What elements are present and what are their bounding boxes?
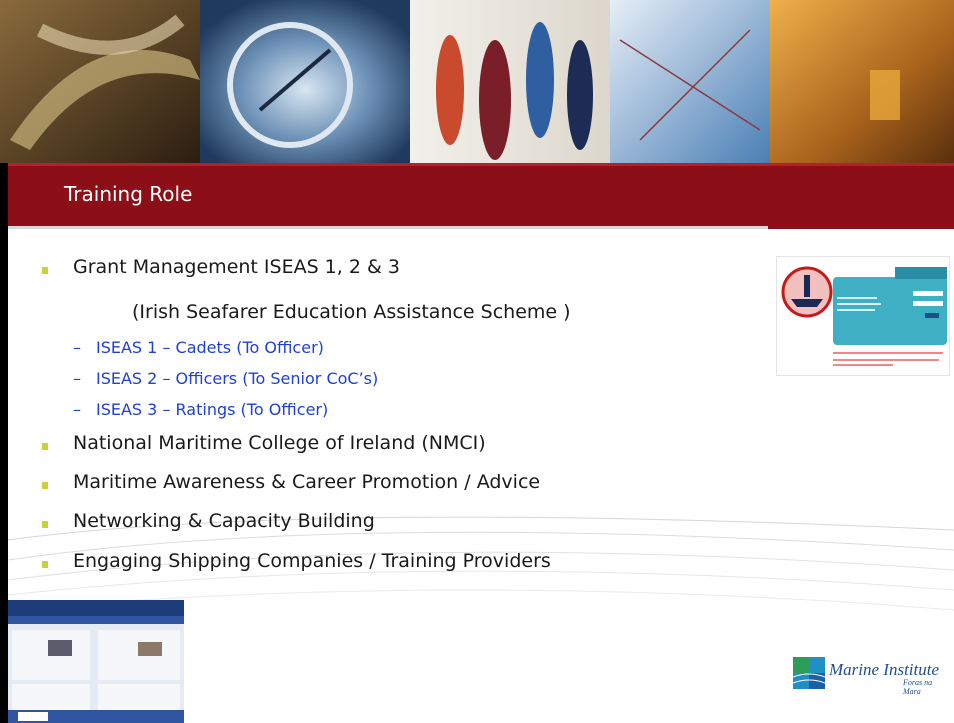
logo-name: Marine Institute bbox=[829, 660, 940, 679]
dash-marker: – bbox=[73, 369, 81, 388]
bullet-marker bbox=[42, 521, 48, 528]
slide-title: Training Role bbox=[64, 182, 193, 206]
bullet-marker bbox=[42, 267, 48, 274]
list-item-networking: Networking & Capacity Building bbox=[73, 510, 375, 532]
sub-item-iseas-3: ISEAS 3 – Ratings (To Officer) bbox=[96, 400, 329, 419]
title-bar: Training Role bbox=[8, 163, 954, 229]
bullet-marker bbox=[42, 561, 48, 568]
header-photo-banner bbox=[0, 0, 954, 163]
dash-marker: – bbox=[73, 400, 81, 419]
nmci-website-thumbnail bbox=[8, 600, 184, 723]
bullet-marker bbox=[42, 482, 48, 489]
list-item-engaging-companies: Engaging Shipping Companies / Training P… bbox=[73, 550, 551, 572]
website-screenshot-image bbox=[781, 266, 947, 366]
marine-institute-mark-icon bbox=[793, 657, 825, 689]
title-divider bbox=[8, 226, 768, 229]
marine-institute-logo: Marine Institute Foras na Mara bbox=[793, 657, 943, 696]
list-item-grant-management: Grant Management ISEAS 1, 2 & 3 bbox=[73, 256, 400, 278]
list-item-iseas-expansion: (Irish Seafarer Education Assistance Sch… bbox=[132, 301, 571, 323]
dash-marker: – bbox=[73, 338, 81, 357]
bullet-marker bbox=[42, 443, 48, 450]
logo-tagline: Foras na Mara bbox=[903, 678, 933, 696]
list-item-maritime-awareness: Maritime Awareness & Career Promotion / … bbox=[73, 471, 541, 493]
sub-item-iseas-1: ISEAS 1 – Cadets (To Officer) bbox=[96, 338, 324, 357]
banner-collage-image bbox=[0, 0, 954, 163]
follow-the-fleet-thumbnail bbox=[776, 256, 950, 376]
website-screenshot-image bbox=[8, 600, 184, 723]
list-item-nmci: National Maritime College of Ireland (NM… bbox=[73, 432, 486, 454]
sub-item-iseas-2: ISEAS 2 – Officers (To Senior CoC’s) bbox=[96, 369, 379, 388]
left-border bbox=[0, 163, 8, 723]
